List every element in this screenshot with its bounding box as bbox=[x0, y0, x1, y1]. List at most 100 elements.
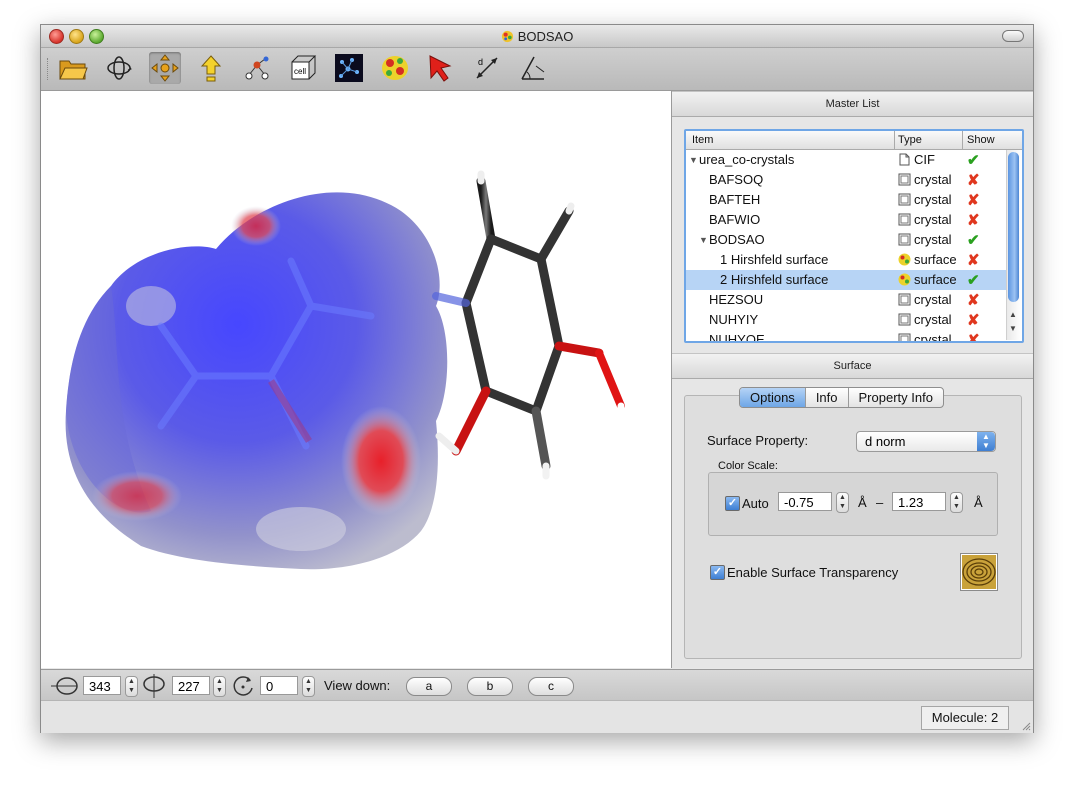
master-list-scrollbar[interactable]: ▲ ▼ bbox=[1006, 150, 1021, 340]
list-item-selected[interactable]: 2 Hirshfeld surface surface ✔ bbox=[686, 270, 1006, 290]
transparency-checkbox[interactable]: ✓ bbox=[710, 565, 725, 580]
view-down-b-button[interactable]: b bbox=[467, 677, 513, 696]
crystal-icon bbox=[898, 173, 911, 186]
show-toggle[interactable]: ✔ bbox=[967, 271, 980, 289]
rotation-z-stepper[interactable]: ▲ ▼ bbox=[302, 676, 315, 697]
app-window: BODSAO cell d Master List Item Type Show… bbox=[40, 24, 1034, 733]
auto-checkbox[interactable]: ✓ bbox=[725, 496, 740, 511]
range-dash: – bbox=[876, 495, 884, 510]
list-item[interactable]: ▼ BODSAO crystal ✔ bbox=[686, 230, 1006, 250]
show-toggle[interactable]: ✔ bbox=[967, 151, 980, 169]
list-item[interactable]: NUHYIY crystal ✘ bbox=[686, 310, 1006, 330]
window-title: BODSAO bbox=[41, 29, 1033, 44]
list-item[interactable]: ▼ urea_co-crystals CIF ✔ bbox=[686, 150, 1006, 170]
molecule-viewport[interactable] bbox=[41, 91, 672, 668]
list-item[interactable]: BAFSOQ crystal ✘ bbox=[686, 170, 1006, 190]
resize-grip-icon[interactable] bbox=[1021, 721, 1031, 731]
view-down-c-button[interactable]: c bbox=[528, 677, 574, 696]
view-down-label: View down: bbox=[324, 678, 391, 693]
list-item[interactable]: HEZSOU crystal ✘ bbox=[686, 290, 1006, 310]
color-scale-max-input[interactable]: 1.23 bbox=[892, 492, 946, 511]
tab-info[interactable]: Info bbox=[806, 388, 849, 407]
scroll-up-arrow-icon[interactable]: ▲ bbox=[1009, 310, 1017, 319]
item-type: crystal bbox=[914, 172, 952, 187]
table-header: Item Type Show bbox=[686, 131, 1022, 150]
item-name: BAFTEH bbox=[709, 192, 761, 207]
open-file-icon[interactable] bbox=[57, 52, 89, 84]
show-toggle[interactable]: ✘ bbox=[967, 251, 980, 269]
item-name: 1 Hirshfeld surface bbox=[720, 252, 829, 267]
scroll-down-arrow-icon[interactable]: ▼ bbox=[1009, 324, 1017, 333]
max-unit-label: Å bbox=[974, 495, 983, 510]
item-name: BODSAO bbox=[709, 232, 765, 247]
hirshfeld-surface-icon[interactable] bbox=[379, 52, 411, 84]
rotation-x-stepper[interactable]: ▲ ▼ bbox=[125, 676, 138, 697]
disclosure-triangle-icon[interactable]: ▼ bbox=[689, 155, 698, 165]
crystal-field-icon[interactable] bbox=[333, 52, 365, 84]
svg-text:cell: cell bbox=[294, 67, 306, 76]
min-stepper[interactable]: ▲ ▼ bbox=[836, 492, 849, 513]
tab-property-info[interactable]: Property Info bbox=[849, 388, 943, 407]
column-header-item[interactable]: Item bbox=[692, 134, 713, 146]
show-toggle[interactable]: ✘ bbox=[967, 171, 980, 189]
max-stepper[interactable]: ▲ ▼ bbox=[950, 492, 963, 513]
atoms-connect-icon[interactable] bbox=[241, 52, 273, 84]
surface-property-value: d norm bbox=[865, 434, 906, 449]
list-item[interactable]: 1 Hirshfeld surface surface ✘ bbox=[686, 250, 1006, 270]
item-type: crystal bbox=[914, 212, 952, 227]
window-title-text: BODSAO bbox=[517, 29, 574, 44]
rotation-y-stepper[interactable]: ▲ ▼ bbox=[213, 676, 226, 697]
molecule-render[interactable] bbox=[41, 91, 671, 668]
list-item[interactable]: NUHYOE crystal ✘ bbox=[686, 330, 1006, 343]
show-toggle[interactable]: ✘ bbox=[967, 291, 980, 309]
rotation-x-input[interactable]: 343 bbox=[83, 676, 121, 695]
master-list-table[interactable]: Item Type Show ▼ urea_co-crystals CIF ✔ … bbox=[684, 129, 1024, 343]
item-type: surface bbox=[914, 252, 957, 267]
item-name: HEZSOU bbox=[709, 292, 764, 307]
unit-cell-icon[interactable]: cell bbox=[287, 52, 319, 84]
co-crystal-molecule bbox=[432, 170, 625, 480]
select-arrow-icon[interactable] bbox=[425, 52, 457, 84]
title-bar: BODSAO bbox=[41, 25, 1033, 48]
show-toggle[interactable]: ✘ bbox=[967, 311, 980, 329]
min-unit-label: Å bbox=[858, 495, 867, 510]
rotate-icon[interactable] bbox=[103, 52, 135, 84]
show-toggle[interactable]: ✔ bbox=[967, 231, 980, 249]
crystal-icon bbox=[898, 293, 911, 306]
distance-icon[interactable]: d bbox=[471, 52, 503, 84]
item-name: NUHYIY bbox=[709, 312, 759, 327]
color-scale-min-input[interactable]: -0.75 bbox=[778, 492, 832, 511]
column-header-type[interactable]: Type bbox=[898, 134, 922, 146]
view-down-a-button[interactable]: a bbox=[406, 677, 452, 696]
item-type: crystal bbox=[914, 292, 952, 307]
list-item[interactable]: BAFWIO crystal ✘ bbox=[686, 210, 1006, 230]
document-icon bbox=[899, 153, 910, 166]
list-item[interactable]: BAFTEH crystal ✘ bbox=[686, 190, 1006, 210]
angle-icon[interactable] bbox=[517, 52, 549, 84]
toolbar-toggle-button[interactable] bbox=[1002, 30, 1024, 42]
translate-icon[interactable] bbox=[149, 52, 181, 84]
show-toggle[interactable]: ✘ bbox=[967, 331, 980, 341]
item-name: NUHYOE bbox=[709, 332, 765, 343]
show-toggle[interactable]: ✘ bbox=[967, 211, 980, 229]
surface-property-select[interactable]: d norm ▲ ▼ bbox=[856, 431, 996, 452]
right-panel: Master List Item Type Show ▼ urea_co-cry… bbox=[672, 91, 1033, 668]
surface-tabs: Options Info Property Info bbox=[739, 387, 944, 408]
item-type: crystal bbox=[914, 192, 952, 207]
rotation-z-input[interactable]: 0 bbox=[260, 676, 298, 695]
toolbar-grip bbox=[47, 58, 51, 80]
column-header-show[interactable]: Show bbox=[967, 134, 995, 146]
bonds-icon[interactable] bbox=[195, 52, 227, 84]
texture-pattern-button[interactable] bbox=[960, 553, 998, 591]
rotate-z-icon bbox=[233, 676, 253, 696]
rotation-y-input[interactable]: 227 bbox=[172, 676, 210, 695]
master-list-header: Master List bbox=[672, 91, 1033, 117]
item-type: crystal bbox=[914, 232, 952, 247]
item-name: urea_co-crystals bbox=[699, 152, 795, 167]
show-toggle[interactable]: ✘ bbox=[967, 191, 980, 209]
app-icon bbox=[501, 30, 513, 43]
scrollbar-thumb[interactable] bbox=[1008, 152, 1019, 302]
select-arrows-icon: ▲ ▼ bbox=[977, 432, 995, 451]
disclosure-triangle-icon[interactable]: ▼ bbox=[699, 235, 708, 245]
tab-options[interactable]: Options bbox=[740, 388, 806, 407]
